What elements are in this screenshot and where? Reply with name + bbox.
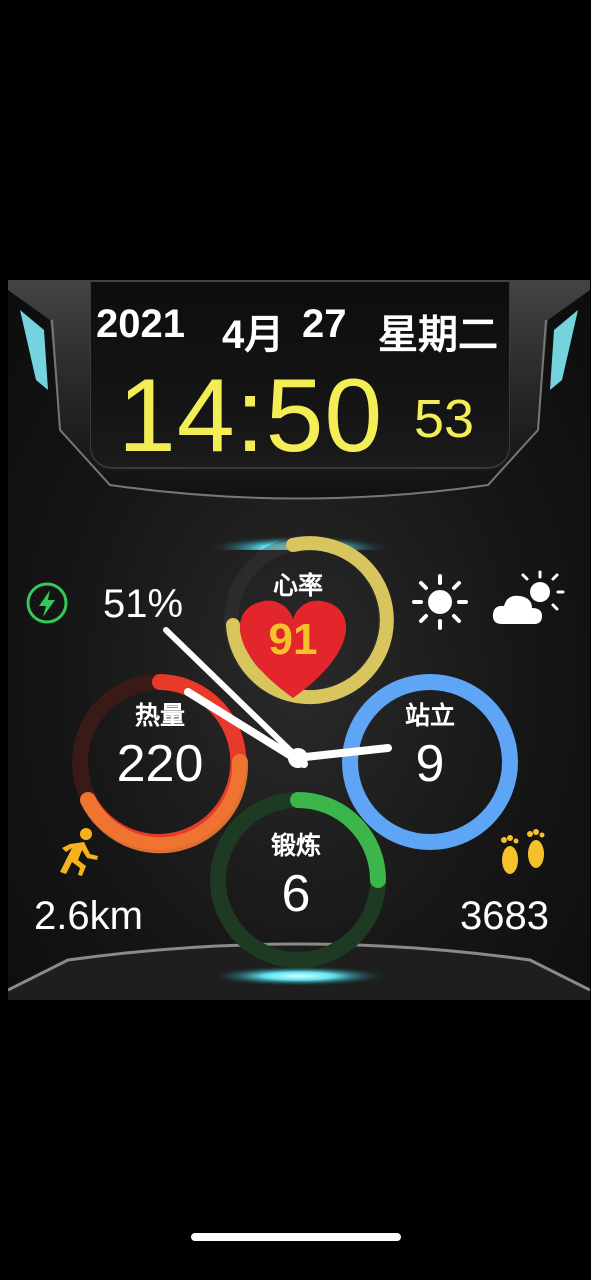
heart-rate-label: 心率 [272,571,323,600]
cloud-sun-icon [492,570,565,624]
calories-value: 220 [116,735,204,793]
lightning-icon [26,582,68,624]
battery-percent: 51% [103,582,184,626]
stand-value: 9 [415,735,445,793]
heart-rate-value: 91 [268,615,318,664]
sun-icon [412,574,468,630]
footprints-icon [501,829,545,874]
watch-face: 2021 4月 27 星期二 14:50 53 51% 心率 91 热量 220… [8,280,590,1000]
exercise-label: 锻炼 [270,831,321,860]
runner-icon [60,828,98,876]
stand-label: 站立 [404,701,455,730]
hands-hub [288,748,308,768]
home-indicator[interactable] [191,1233,401,1241]
steps-value: 3683 [460,894,549,938]
calories-label: 热量 [134,701,185,730]
second-hand [292,744,392,762]
distance-value: 2.6km [34,894,143,938]
exercise-value: 6 [281,865,311,923]
